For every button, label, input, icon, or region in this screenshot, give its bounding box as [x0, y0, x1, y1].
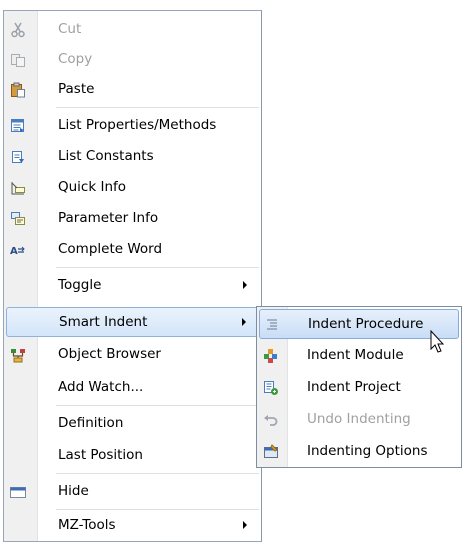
menu-item-label: Paste	[58, 81, 95, 97]
undo-icon	[263, 412, 279, 428]
menu-item-copy[interactable]: Copy	[6, 45, 259, 75]
indent-procedure-icon	[264, 317, 280, 333]
parameter-info-icon	[10, 211, 26, 227]
menu-item-object-browser[interactable]: Object Browser	[6, 340, 259, 370]
submenu-item-indent-project[interactable]: Indent Project	[259, 373, 459, 403]
menu-separator	[56, 267, 259, 269]
menu-separator	[56, 405, 259, 407]
list-constants-icon	[10, 149, 26, 165]
menu-item-toggle[interactable]: Toggle	[6, 271, 259, 301]
quick-info-icon	[10, 180, 26, 196]
menu-item-label: Copy	[58, 51, 93, 67]
menu-item-cut[interactable]: Cut	[6, 15, 259, 45]
menu-item-label: Definition	[58, 415, 124, 431]
menu-item-list-properties-methods[interactable]: List Properties/Methods	[6, 111, 259, 141]
menu-item-hide[interactable]: Hide	[6, 477, 259, 507]
menu-item-label: Quick Info	[58, 179, 127, 195]
menu-item-label: Add Watch...	[58, 379, 144, 395]
menu-item-quick-info[interactable]: Quick Info	[6, 173, 259, 203]
mouse-cursor-icon	[430, 330, 445, 353]
context-menu: Cut Copy Paste List Properties/Methods L…	[3, 10, 262, 542]
menu-item-label: Toggle	[58, 277, 102, 293]
menu-item-label: List Constants	[58, 148, 154, 164]
hide-window-icon	[10, 484, 26, 500]
submenu-arrow-icon	[243, 521, 247, 529]
menu-separator	[56, 473, 259, 475]
indenting-options-icon	[263, 444, 279, 460]
submenu-item-undo-indenting[interactable]: Undo Indenting	[259, 405, 459, 435]
menu-item-list-constants[interactable]: List Constants	[6, 142, 259, 172]
menu-item-smart-indent[interactable]: Smart Indent	[6, 307, 259, 337]
menu-item-last-position[interactable]: Last Position	[6, 441, 259, 471]
menu-item-label: Last Position	[58, 447, 143, 463]
copy-icon	[10, 52, 26, 68]
menu-item-label: MZ-Tools	[58, 517, 116, 533]
menu-item-label: Object Browser	[58, 346, 161, 362]
submenu-item-indenting-options[interactable]: Indenting Options	[259, 437, 459, 467]
menu-item-parameter-info[interactable]: Parameter Info	[6, 204, 259, 234]
submenu-arrow-icon	[242, 318, 246, 326]
menu-item-complete-word[interactable]: A Complete Word	[6, 235, 259, 265]
submenu-item-indent-module[interactable]: Indent Module	[259, 341, 459, 371]
menu-item-label: Indent Module	[307, 347, 404, 363]
menu-item-label: Indent Project	[307, 379, 401, 395]
indent-project-icon	[263, 380, 279, 396]
menu-item-label: Cut	[58, 21, 82, 37]
menu-item-label: Indent Procedure	[308, 316, 424, 332]
scissors-icon	[10, 22, 26, 38]
svg-text:A: A	[10, 246, 18, 257]
menu-separator	[56, 509, 259, 511]
menu-item-label: Parameter Info	[58, 210, 159, 226]
menu-item-paste[interactable]: Paste	[6, 75, 259, 105]
menu-item-label: Undo Indenting	[307, 411, 411, 427]
complete-word-icon: A	[10, 242, 26, 258]
submenu-item-indent-procedure[interactable]: Indent Procedure	[259, 309, 459, 339]
menu-item-label: Complete Word	[58, 241, 163, 257]
menu-item-label: List Properties/Methods	[58, 117, 217, 133]
menu-item-definition[interactable]: Definition	[6, 409, 259, 439]
object-browser-icon	[10, 347, 26, 363]
menu-item-add-watch[interactable]: Add Watch...	[6, 373, 259, 403]
submenu-arrow-icon	[243, 281, 247, 289]
menu-item-label: Smart Indent	[59, 314, 148, 330]
paste-icon	[10, 82, 26, 98]
menu-separator	[56, 107, 259, 109]
list-properties-icon	[10, 118, 26, 134]
menu-item-label: Indenting Options	[307, 443, 428, 459]
indent-module-icon	[263, 348, 279, 364]
menu-item-label: Hide	[58, 483, 89, 499]
